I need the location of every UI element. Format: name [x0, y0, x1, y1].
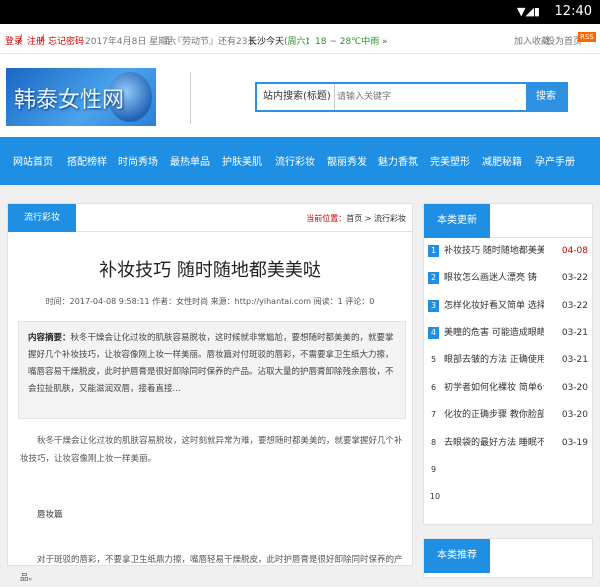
- list-item-date: 03-21: [561, 355, 588, 365]
- list-item[interactable]: 1 补妆技巧 随时随地都美美 04-08: [428, 242, 588, 260]
- list-item-date: 04-08: [561, 246, 588, 256]
- rank-number: 9: [430, 465, 437, 474]
- nav-item-body[interactable]: 完美塑形: [430, 153, 470, 168]
- main-nav: 网站首页 搭配榜样 时尚秀场 最热单品 护肤美肌 流行彩妆 靓丽秀发 魅力香氛 …: [0, 137, 600, 185]
- list-item-title[interactable]: 补妆技巧 随时随地都美美: [444, 242, 544, 260]
- separator: /: [41, 34, 45, 44]
- rank-number: 8: [430, 438, 437, 447]
- breadcrumb-path[interactable]: 首页 > 流行彩妆: [346, 214, 406, 223]
- rank-number: 6: [430, 383, 437, 392]
- search-input[interactable]: [337, 88, 487, 106]
- nav-item-home[interactable]: 网站首页: [13, 153, 53, 168]
- nav-item-makeup[interactable]: 流行彩妆: [275, 153, 315, 168]
- list-item-title[interactable]: 去眼袋的最好方法 睡眠不: [444, 434, 544, 452]
- nav-item-fashion[interactable]: 时尚秀场: [118, 153, 158, 168]
- rss-icon[interactable]: RSS: [578, 32, 596, 42]
- list-item-title[interactable]: 初学者如何化裸妆 简单6个: [444, 379, 544, 397]
- search-button[interactable]: 搜索: [526, 84, 566, 110]
- add-favorite-link[interactable]: 加入收藏: [514, 34, 550, 47]
- list-item-date: 03-20: [561, 410, 588, 420]
- weather-today: 今天: [266, 37, 285, 47]
- search-scope-select[interactable]: 站内搜索(标题): [257, 84, 335, 110]
- list-item-title[interactable]: 化妆的正确步骤 教你脸部: [444, 406, 544, 424]
- breadcrumb: 当前位置：首页 > 流行彩妆: [306, 213, 406, 224]
- weather-temp[interactable]: ：18 ~ 28℃中雨 »: [306, 34, 388, 47]
- article-paragraph: 秋冬干燥会让化过妆的肌肤容易脱妆，这时刻就异常为难，要想随时都美美的，就要掌握好…: [20, 436, 403, 464]
- article-summary: 内容摘要：秋冬干燥会让化过妆的肌肤容易脱妆，这时候就非常尴尬，要想随时都美美的，…: [18, 321, 406, 419]
- android-status-bar: ▼◢▮ 12:40: [0, 0, 600, 24]
- site-logo[interactable]: 韩泰女性网: [6, 68, 156, 126]
- list-item-title[interactable]: 怎样化妆好看又简单 选择: [444, 297, 544, 315]
- sidebar-latest: 本类更新 1 补妆技巧 随时随地都美美 04-08 2 眼妆怎么画迷人漂亮 铸 …: [423, 203, 593, 525]
- rank-number: 2: [428, 272, 439, 284]
- weather-city: 长沙: [248, 37, 267, 47]
- separator: /: [19, 34, 23, 44]
- sidebar-recommend: 本类推荐: [423, 538, 593, 578]
- forgot-password-link[interactable]: 忘记密码: [48, 34, 84, 47]
- breadcrumb-label: 当前位置：: [306, 214, 347, 223]
- sidebar-header: 本类更新: [424, 204, 592, 238]
- list-item-date: 03-22: [561, 273, 588, 283]
- list-item-date: 03-20: [561, 383, 588, 393]
- rank-number: 3: [428, 300, 439, 312]
- sidebar-recommend-title: 本类推荐: [424, 539, 490, 573]
- list-item[interactable]: 6 初学者如何化裸妆 简单6个 03-20: [428, 379, 588, 397]
- list-item[interactable]: 3 怎样化妆好看又简单 选择 03-22: [428, 297, 588, 315]
- logo-text: 韩泰女性网: [14, 88, 125, 113]
- rank-number: 7: [430, 410, 437, 419]
- list-item[interactable]: 10: [428, 488, 588, 506]
- nav-item-diet[interactable]: 减肥秘籍: [482, 153, 522, 168]
- list-item-date: 03-19: [561, 438, 588, 448]
- search-box: 站内搜索(标题) 搜索: [255, 82, 568, 112]
- article-panel: 流行彩妆 当前位置：首页 > 流行彩妆 补妆技巧 随时随地都美美哒 时间：201…: [7, 203, 413, 583]
- sidebar-title: 本类更新: [424, 204, 490, 238]
- article-panel-header: 流行彩妆 当前位置：首页 > 流行彩妆: [8, 204, 412, 232]
- list-item[interactable]: 7 化妆的正确步骤 教你脸部 03-20: [428, 406, 588, 424]
- list-item-title[interactable]: 美瞳的危害 可能造成眼睛: [444, 324, 544, 342]
- nav-item-hot[interactable]: 最热单品: [170, 153, 210, 168]
- nav-item-pregnancy[interactable]: 孕产手册: [535, 153, 575, 168]
- list-item[interactable]: 8 去眼袋的最好方法 睡眠不 03-19: [428, 434, 588, 452]
- site-header: 韩泰女性网 站内搜索(标题) 搜索: [0, 54, 600, 137]
- rank-number: 4: [428, 327, 439, 339]
- nav-item-fragrance[interactable]: 魅力香氛: [378, 153, 418, 168]
- section-heading: 唇妆篇: [37, 510, 63, 520]
- signal-battery-icon: ▼◢▮: [517, 5, 540, 18]
- rank-number: 1: [428, 245, 439, 257]
- list-item[interactable]: 4 美瞳的危害 可能造成眼睛 03-21: [428, 324, 588, 342]
- list-item-title[interactable]: 眼部去皱的方法 正确使用: [444, 351, 544, 369]
- current-date: 2017年4月8日 星期六: [85, 37, 177, 47]
- top-utility-bar: 登录 / 注册 / 忘记密码 2017年4月8日 星期六 距『劳动节』还有23天…: [0, 24, 600, 54]
- article-meta: 时间：2017-04-08 9:58:11 作者：女性时尚 来源：http://…: [45, 297, 375, 306]
- summary-label: 内容摘要：: [28, 333, 71, 343]
- summary-text: 秋冬干燥会让化过妆的肌肤容易脱妆，这时候就非常尴尬，要想随时都美美的，就要掌握好…: [28, 333, 394, 394]
- nav-item-outfits[interactable]: 搭配榜样: [67, 153, 107, 168]
- list-item-date: 03-22: [561, 301, 588, 311]
- list-item-title[interactable]: 眼妆怎么画迷人漂亮 铸: [444, 269, 544, 287]
- category-tab[interactable]: 流行彩妆: [8, 204, 76, 232]
- clock: 12:40: [554, 4, 592, 19]
- holiday-countdown: 距『劳动节』还有23天: [164, 37, 257, 47]
- article-paragraph: 对于斑驳的唇彩，不要拿卫生纸鼎力擦，嘴唇轻易干燥脱皮，此时护唇膏是很好卸除同时保…: [20, 555, 403, 583]
- nav-item-hair[interactable]: 靓丽秀发: [327, 153, 367, 168]
- rank-number: 10: [429, 492, 441, 501]
- rank-number: 5: [430, 355, 437, 364]
- divider: [190, 72, 191, 124]
- nav-item-skincare[interactable]: 护肤美肌: [222, 153, 262, 168]
- set-homepage-link[interactable]: 设为首页: [546, 34, 582, 47]
- list-item[interactable]: 5 眼部去皱的方法 正确使用 03-21: [428, 351, 588, 369]
- list-item[interactable]: 2 眼妆怎么画迷人漂亮 铸 03-22: [428, 269, 588, 287]
- article-title: 补妆技巧 随时随地都美美哒: [99, 260, 321, 281]
- list-item[interactable]: 9: [428, 461, 588, 479]
- list-item-date: 03-21: [561, 328, 588, 338]
